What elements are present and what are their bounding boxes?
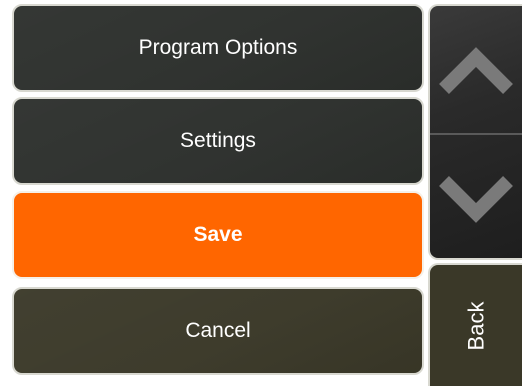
settings-button[interactable]: Settings — [12, 97, 424, 185]
save-label: Save — [193, 223, 243, 246]
program-options-label: Program Options — [138, 36, 298, 59]
scroll-up-button[interactable] — [430, 6, 522, 133]
back-label: Back — [462, 301, 488, 350]
settings-label: Settings — [180, 129, 256, 152]
cancel-button[interactable]: Cancel — [12, 287, 424, 375]
dialog-root: Program Options Settings Save Cancel Bac… — [0, 0, 522, 386]
scroll-panel — [428, 4, 522, 260]
scroll-down-button[interactable] — [430, 135, 522, 258]
save-button[interactable]: Save — [12, 191, 424, 279]
back-button[interactable]: Back — [428, 263, 522, 386]
cancel-label: Cancel — [185, 319, 251, 342]
chevron-down-icon — [439, 175, 513, 223]
chevron-up-icon — [439, 46, 513, 94]
program-options-button[interactable]: Program Options — [12, 4, 424, 92]
